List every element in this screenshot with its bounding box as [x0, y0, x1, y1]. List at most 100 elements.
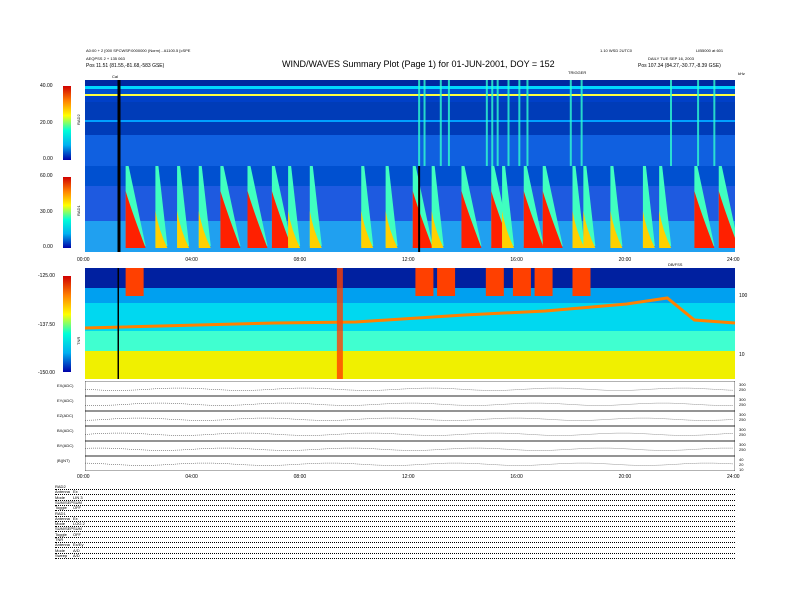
header-left-line2: AEQPSS 2 + 135 063 — [86, 56, 125, 61]
footer-value: A/D — [73, 547, 80, 553]
rad1-cbar-tick-top: 60.00 — [40, 173, 53, 179]
rad2-streak — [697, 80, 700, 166]
line-series — [85, 402, 734, 406]
footer-value: Ex/Ey — [73, 542, 84, 548]
line-series — [85, 432, 734, 436]
line-row-right-tick: 250 — [739, 447, 746, 452]
line-row-frame — [85, 440, 735, 457]
tnr-burst — [534, 268, 553, 296]
time-tick-label: 24:00 — [727, 474, 740, 480]
tnr-right-tick-10: 10 — [739, 352, 745, 358]
line-row-frame — [85, 410, 735, 427]
time-tick-label: 00:00 — [77, 257, 90, 263]
footer-table: RAD2 Antenna Ex Mode LIN 3 SUM/SEP SUM Toggle OF… — [55, 484, 735, 560]
rad2-band — [85, 89, 735, 94]
rad2-streak — [496, 80, 499, 166]
line-series — [85, 417, 734, 421]
rad2-cbar-tick-bottom: 0.00 — [43, 156, 53, 162]
rad2-streak — [569, 80, 572, 166]
trigger-label: TRIGGER — [568, 70, 587, 75]
time-axis-top: 00:00 04:00 08:00 12:00 16:00 20:00 24:00 — [77, 257, 740, 265]
rad2-band — [85, 135, 735, 166]
line-row-frame — [85, 455, 735, 471]
line-row-label: EZ(ADC) — [57, 413, 74, 418]
line-row-right-tick: 250 — [739, 387, 746, 392]
rad2-streak — [423, 80, 426, 166]
tnr-band — [85, 351, 735, 379]
rad2-streak — [526, 80, 529, 166]
tnr-cbar-tick-top: -125.00 — [38, 273, 55, 279]
line-row-right-tick: 10 — [739, 467, 744, 472]
header-right-line2: DAILY TUE SEP 16, 2003 — [648, 56, 694, 61]
footer-value: Ex — [73, 489, 78, 495]
footer-value: LIN 3 — [73, 494, 83, 500]
tnr-burst — [437, 268, 456, 296]
footer-value: LOG 2 — [73, 521, 85, 527]
rad1-spectrogram — [85, 166, 735, 252]
footer-value: OFF — [73, 531, 81, 537]
footer-key: Antenna — [55, 542, 70, 548]
time-axis-bottom: 00:00 04:00 08:00 12:00 16:00 20:00 24:00 — [77, 474, 740, 482]
footer-key: SUM/SEP — [55, 499, 74, 505]
footer-key: Mode — [55, 521, 66, 527]
rad2-streak — [713, 80, 716, 166]
rad2-streak — [507, 80, 510, 166]
rad2-spectrogram — [85, 80, 735, 166]
rad2-streak — [485, 80, 488, 166]
time-tick-label: 20:00 — [618, 257, 632, 263]
tnr-label: TNR — [76, 336, 81, 345]
line-row-right-tick: 250 — [739, 432, 746, 437]
time-tick-label: 08:00 — [293, 474, 307, 480]
rad2-band — [85, 102, 735, 120]
line-row-frame — [85, 395, 735, 412]
rad1-label: RAD1 — [76, 205, 81, 216]
cal-marker — [117, 80, 121, 166]
footer-key: RAD2 — [55, 484, 66, 489]
rad2-band — [85, 96, 735, 102]
tnr-spectrogram — [85, 268, 735, 379]
line-row-frame — [85, 381, 735, 397]
tnr-band — [85, 331, 735, 351]
time-tick-label: 04:00 — [185, 474, 198, 480]
tnr-band — [85, 268, 735, 288]
footer-key: Antenna — [55, 489, 70, 495]
footer-key: Mode — [55, 494, 66, 500]
line-row-label: BX(ADC) — [57, 428, 74, 433]
tnr-cbar-tick-bottom: -150.00 — [38, 370, 55, 376]
line-row-label: BY(ADC) — [57, 443, 74, 448]
line-row-label: EY(ADC) — [57, 398, 74, 403]
tnr-burst — [512, 268, 531, 296]
line-series — [85, 387, 734, 391]
rad1-band — [85, 166, 735, 186]
corner-unit: kHz — [738, 71, 745, 76]
time-tick-label: 00:00 — [77, 474, 90, 480]
rad2-band — [85, 80, 735, 86]
tnr-burst — [485, 268, 504, 296]
footer-key: Toggle — [55, 531, 67, 537]
rad1-cbar-tick-bottom: 0.00 — [43, 244, 53, 250]
rad1-cbar-tick-mid: 30.00 — [40, 209, 53, 215]
tnr-band — [85, 288, 735, 303]
line-row-frame — [85, 425, 735, 442]
cal-marker — [117, 268, 119, 379]
line-row-right-tick: 250 — [739, 417, 746, 422]
footer-key: Mode — [55, 547, 66, 553]
footer-value: A/D — [73, 552, 80, 558]
line-row-label: EX(ADC) — [57, 383, 74, 388]
footer-key: RAD1 — [55, 510, 66, 516]
page-title: WIND/WAVES Summary Plot (Page 1) for 01-… — [282, 59, 555, 69]
time-tick-label: 16:00 — [510, 474, 523, 480]
header-right-position: Pos 107.34 (84.27,-30.77,-8.39 GSE) — [638, 63, 721, 69]
time-tick-label: 16:00 — [510, 257, 523, 263]
rad2-streak — [447, 80, 450, 166]
rad2-streak — [418, 80, 421, 166]
rad2-streak — [518, 80, 521, 166]
dbfss-label: DB/FSS — [668, 262, 683, 267]
rad2-label: RAD2 — [76, 114, 81, 125]
time-tick-label: 24:00 — [727, 257, 740, 263]
header-left-position: Pos 11.51 (81.55,-81.68,-583 GSE) — [86, 63, 165, 69]
rad2-band — [85, 120, 735, 122]
time-tick-label: 20:00 — [618, 474, 632, 480]
time-tick-label: 08:00 — [293, 257, 307, 263]
line-row-label: |B|(NT) — [57, 458, 70, 463]
